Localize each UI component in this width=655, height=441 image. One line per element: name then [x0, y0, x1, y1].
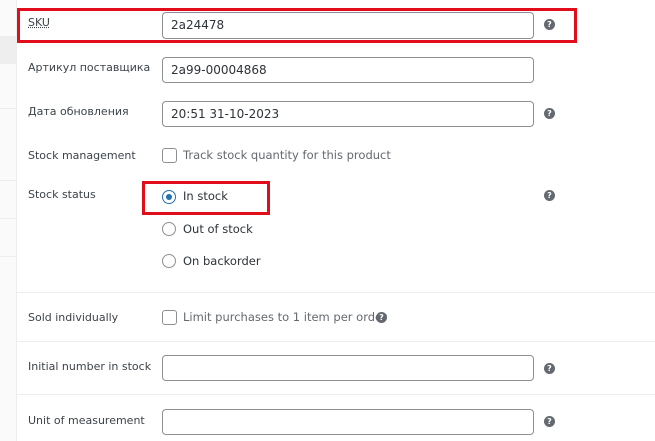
stock-management-label: Stock management — [28, 149, 136, 162]
stock-status-radio-onbackorder[interactable] — [162, 254, 176, 268]
initial-stock-label: Initial number in stock — [28, 360, 152, 373]
active-tab-indicator — [0, 36, 16, 64]
sold-individually-checkbox[interactable] — [162, 310, 177, 325]
tab-divider — [0, 108, 16, 109]
stock-management-checkbox-label[interactable]: Track stock quantity for this product — [183, 148, 391, 162]
tab-divider — [0, 256, 16, 257]
instock-highlight-box — [142, 181, 270, 215]
help-tip-icon[interactable]: ? — [376, 312, 387, 323]
product-data-tabs-strip — [0, 0, 17, 441]
section-divider — [17, 292, 655, 293]
help-tip-icon[interactable]: ? — [544, 190, 555, 201]
unit-of-measurement-input[interactable] — [162, 409, 534, 435]
help-tip-icon[interactable]: ? — [544, 108, 555, 119]
update-date-label: Дата обновления — [28, 105, 129, 118]
section-divider — [17, 394, 655, 395]
stock-status-option-outofstock[interactable]: Out of stock — [183, 222, 253, 236]
update-date-input[interactable]: 20:51 31-10-2023 — [162, 101, 534, 127]
stock-status-label: Stock status — [28, 188, 96, 201]
help-tip-icon[interactable]: ? — [544, 363, 555, 374]
unit-of-measurement-label: Unit of measurement — [28, 414, 145, 427]
stock-status-option-onbackorder[interactable]: On backorder — [183, 254, 261, 268]
sold-individually-checkbox-label[interactable]: Limit purchases to 1 item per order — [183, 310, 387, 324]
help-tip-icon[interactable]: ? — [544, 416, 555, 427]
tab-divider — [0, 218, 16, 219]
tab-divider — [0, 180, 16, 181]
initial-stock-input[interactable] — [162, 355, 534, 381]
sold-individually-label: Sold individually — [28, 311, 119, 324]
section-divider — [17, 341, 655, 342]
stock-management-checkbox[interactable] — [162, 148, 177, 163]
supplier-article-input[interactable]: 2a99-00004868 — [162, 57, 534, 83]
sku-highlight-box — [17, 8, 577, 43]
stock-status-radio-outofstock[interactable] — [162, 222, 176, 236]
supplier-article-label: Артикул поставщика — [28, 61, 151, 74]
